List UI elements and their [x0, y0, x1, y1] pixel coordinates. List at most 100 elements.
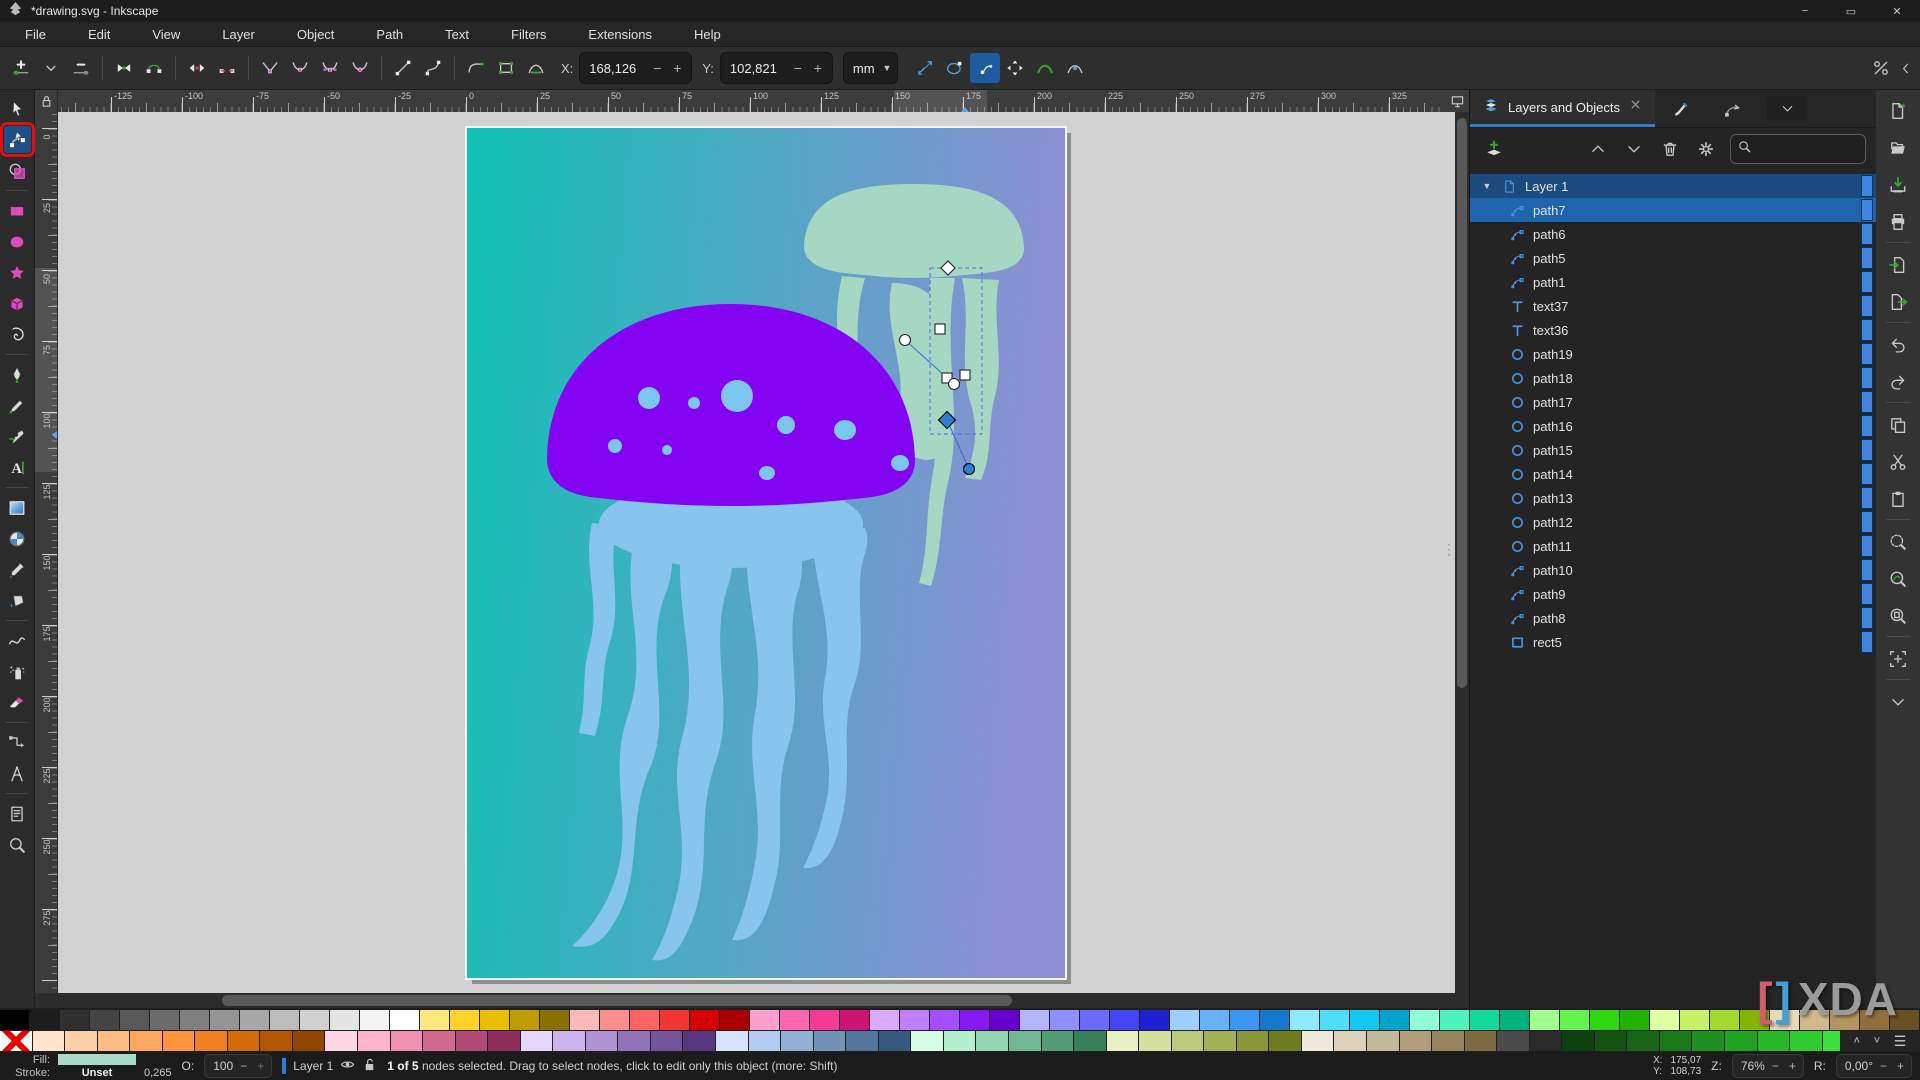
palette-swatch[interactable] — [510, 1010, 539, 1030]
layer-row-path10[interactable]: path10 — [1470, 558, 1876, 582]
palette-swatch[interactable] — [1627, 1031, 1659, 1051]
opacity-value[interactable]: 100 — [213, 1059, 233, 1073]
palette-swatch[interactable] — [228, 1031, 260, 1051]
palette-swatch[interactable] — [553, 1031, 585, 1051]
layer-highlight-strip[interactable] — [1861, 391, 1873, 413]
palette-swatch[interactable] — [1050, 1010, 1079, 1030]
palette-swatch[interactable] — [1080, 1010, 1109, 1030]
fill-color-swatch[interactable] — [58, 1054, 136, 1065]
palette-swatch[interactable] — [1660, 1031, 1692, 1051]
layer-visibility-eye-icon[interactable] — [340, 1057, 355, 1075]
layer-highlight-strip[interactable] — [1861, 463, 1873, 485]
palette-swatch[interactable] — [30, 1010, 59, 1030]
palette-swatch[interactable] — [1860, 1010, 1889, 1030]
palette-swatch[interactable] — [260, 1031, 292, 1051]
palette-swatch[interactable] — [1107, 1031, 1139, 1051]
cut-button[interactable] — [1883, 449, 1913, 475]
segment-curve-button[interactable] — [418, 53, 448, 83]
edit-clipping-paths-toggle[interactable] — [940, 53, 970, 83]
layer-highlight-strip[interactable] — [1861, 487, 1873, 509]
layer-highlight-strip[interactable] — [1861, 607, 1873, 629]
panel-tab-menu-button[interactable] — [1767, 96, 1807, 121]
pencil-tool[interactable] — [4, 392, 31, 419]
palette-swatch[interactable] — [270, 1010, 299, 1030]
palette-swatch[interactable] — [960, 1010, 989, 1030]
palette-swatch[interactable] — [810, 1010, 839, 1030]
palette-swatch[interactable] — [990, 1010, 1019, 1030]
palette-swatch[interactable] — [1500, 1010, 1529, 1030]
layer-row-path11[interactable]: path11 — [1470, 534, 1876, 558]
drawing-scene[interactable] — [58, 112, 1455, 993]
palette-swatch[interactable] — [1200, 1010, 1229, 1030]
layer-highlight-strip[interactable] — [1861, 271, 1873, 293]
document-print-button[interactable] — [1883, 209, 1913, 235]
rotation-field[interactable]: 0,00° − + — [1836, 1054, 1912, 1078]
layer-row-text37[interactable]: text37 — [1470, 294, 1876, 318]
delete-segment-button[interactable] — [212, 53, 242, 83]
palette-swatch[interactable] — [330, 1010, 359, 1030]
pages-tool[interactable] — [4, 800, 31, 827]
palette-swatch[interactable] — [1470, 1010, 1499, 1030]
export-button[interactable] — [1883, 289, 1913, 315]
layer-highlight-strip[interactable] — [1861, 295, 1873, 317]
stroke-value[interactable]: Unset — [58, 1067, 136, 1079]
palette-swatch[interactable] — [358, 1031, 390, 1051]
move-down-button[interactable] — [1620, 135, 1648, 163]
flatten-bezier-button[interactable] — [521, 53, 551, 83]
tab-layers-and-objects[interactable]: Layers and Objects — [1470, 90, 1655, 127]
stroke-width-value[interactable]: 0,265 — [144, 1067, 172, 1079]
palette-swatch[interactable] — [1620, 1010, 1649, 1030]
layer-row-path14[interactable]: path14 — [1470, 462, 1876, 486]
layer-highlight-strip[interactable] — [1861, 175, 1873, 197]
document-new-button[interactable] — [1883, 98, 1913, 124]
palette-swatch[interactable] — [976, 1031, 1008, 1051]
layer-highlight-strip[interactable] — [1861, 511, 1873, 533]
expander-icon[interactable]: ▼ — [1480, 181, 1494, 191]
palette-swatch[interactable] — [1320, 1010, 1349, 1030]
layer-row-path13[interactable]: path13 — [1470, 486, 1876, 510]
palette-swatch[interactable] — [1790, 1031, 1822, 1051]
current-layer-label[interactable]: Layer 1 — [293, 1059, 333, 1073]
palette-swatch[interactable] — [1302, 1031, 1334, 1051]
node-corner-button[interactable] — [255, 53, 285, 83]
layer-lock-icon[interactable] — [362, 1057, 377, 1075]
settings-gear-button[interactable] — [1692, 135, 1720, 163]
menu-filters[interactable]: Filters — [490, 27, 567, 42]
palette-swatch[interactable] — [1432, 1031, 1464, 1051]
y-increment[interactable]: + — [810, 60, 826, 76]
insert-node-menu-button[interactable] — [36, 53, 66, 83]
ruler-corner[interactable] — [35, 90, 58, 112]
palette-swatch[interactable] — [1020, 1010, 1049, 1030]
panel-resize-grip[interactable]: ⋮ — [1442, 547, 1455, 552]
palette-swatch[interactable] — [1042, 1031, 1074, 1051]
layer-highlight-strip[interactable] — [1861, 415, 1873, 437]
menu-edit[interactable]: Edit — [67, 27, 131, 42]
menu-object[interactable]: Object — [276, 27, 356, 42]
layer-highlight-strip[interactable] — [1861, 583, 1873, 605]
palette-swatch[interactable] — [879, 1031, 911, 1051]
palette-swatch[interactable] — [1172, 1031, 1204, 1051]
palette-swatch[interactable] — [1269, 1031, 1301, 1051]
layer-row-path8[interactable]: path8 — [1470, 606, 1876, 630]
monitor-icon[interactable] — [1445, 90, 1469, 112]
layer-highlight-strip[interactable] — [1861, 535, 1873, 557]
zoom-center-page-button[interactable] — [1883, 646, 1913, 672]
palette-swatch[interactable] — [423, 1031, 455, 1051]
palette-swatch[interactable] — [1692, 1031, 1724, 1051]
rotation-increment[interactable]: + — [1894, 1059, 1907, 1073]
palette-swatch[interactable] — [0, 1010, 29, 1030]
palette-swatch[interactable] — [1334, 1031, 1366, 1051]
gradient-tool[interactable] — [4, 494, 31, 521]
palette-swatch[interactable] — [1710, 1010, 1739, 1030]
eraser-tool[interactable] — [4, 689, 31, 716]
palette-swatch[interactable] — [1800, 1010, 1829, 1030]
palette-swatch[interactable] — [65, 1031, 97, 1051]
document-open-button[interactable] — [1883, 135, 1913, 161]
node-smooth-button[interactable] — [285, 53, 315, 83]
x-coordinate-field[interactable]: 168,126 − + — [579, 52, 692, 84]
layer-highlight-strip[interactable] — [1861, 559, 1873, 581]
palette-swatch[interactable] — [870, 1010, 899, 1030]
chevron-down-button[interactable] — [1883, 689, 1913, 715]
close-tab-icon[interactable] — [1628, 97, 1643, 117]
palette-swatch[interactable] — [1350, 1010, 1379, 1030]
